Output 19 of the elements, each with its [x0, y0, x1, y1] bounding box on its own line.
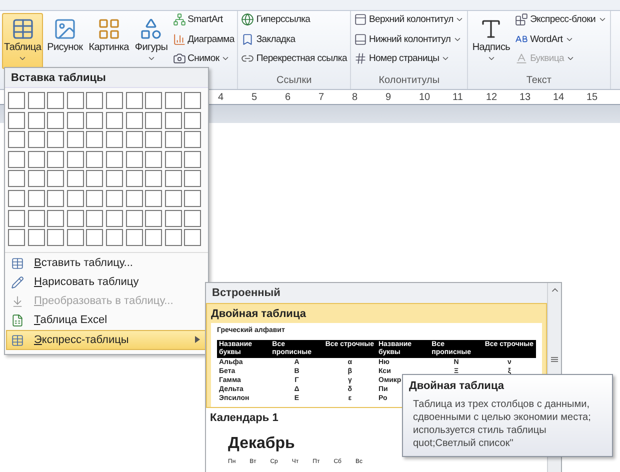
- ruler-number: 4: [218, 92, 225, 102]
- group-label: Ссылки: [276, 75, 313, 88]
- ruler-number: 7: [318, 92, 326, 102]
- tooltip-title: Двойная таблица: [409, 380, 505, 392]
- group-label: Колонтитулы: [378, 75, 441, 88]
- preview-month: Декабрь: [228, 435, 295, 453]
- ruler-number: 5: [252, 92, 258, 102]
- ruler-number: 12: [486, 92, 498, 102]
- ruler-number: 9: [386, 92, 392, 102]
- ruler-number: 11: [452, 92, 464, 102]
- ruler-number: 10: [419, 92, 432, 102]
- menu-title: Вставка таблицы: [5, 68, 208, 88]
- gallery-header: Встроенный: [206, 283, 547, 303]
- ruler-number: 15: [586, 92, 599, 102]
- ruler-number: 6: [285, 92, 292, 102]
- ruler-number: 13: [520, 92, 532, 102]
- group-label: Текст: [525, 75, 552, 88]
- ruler-number: 14: [553, 92, 566, 102]
- ruler-number: 8: [352, 92, 359, 102]
